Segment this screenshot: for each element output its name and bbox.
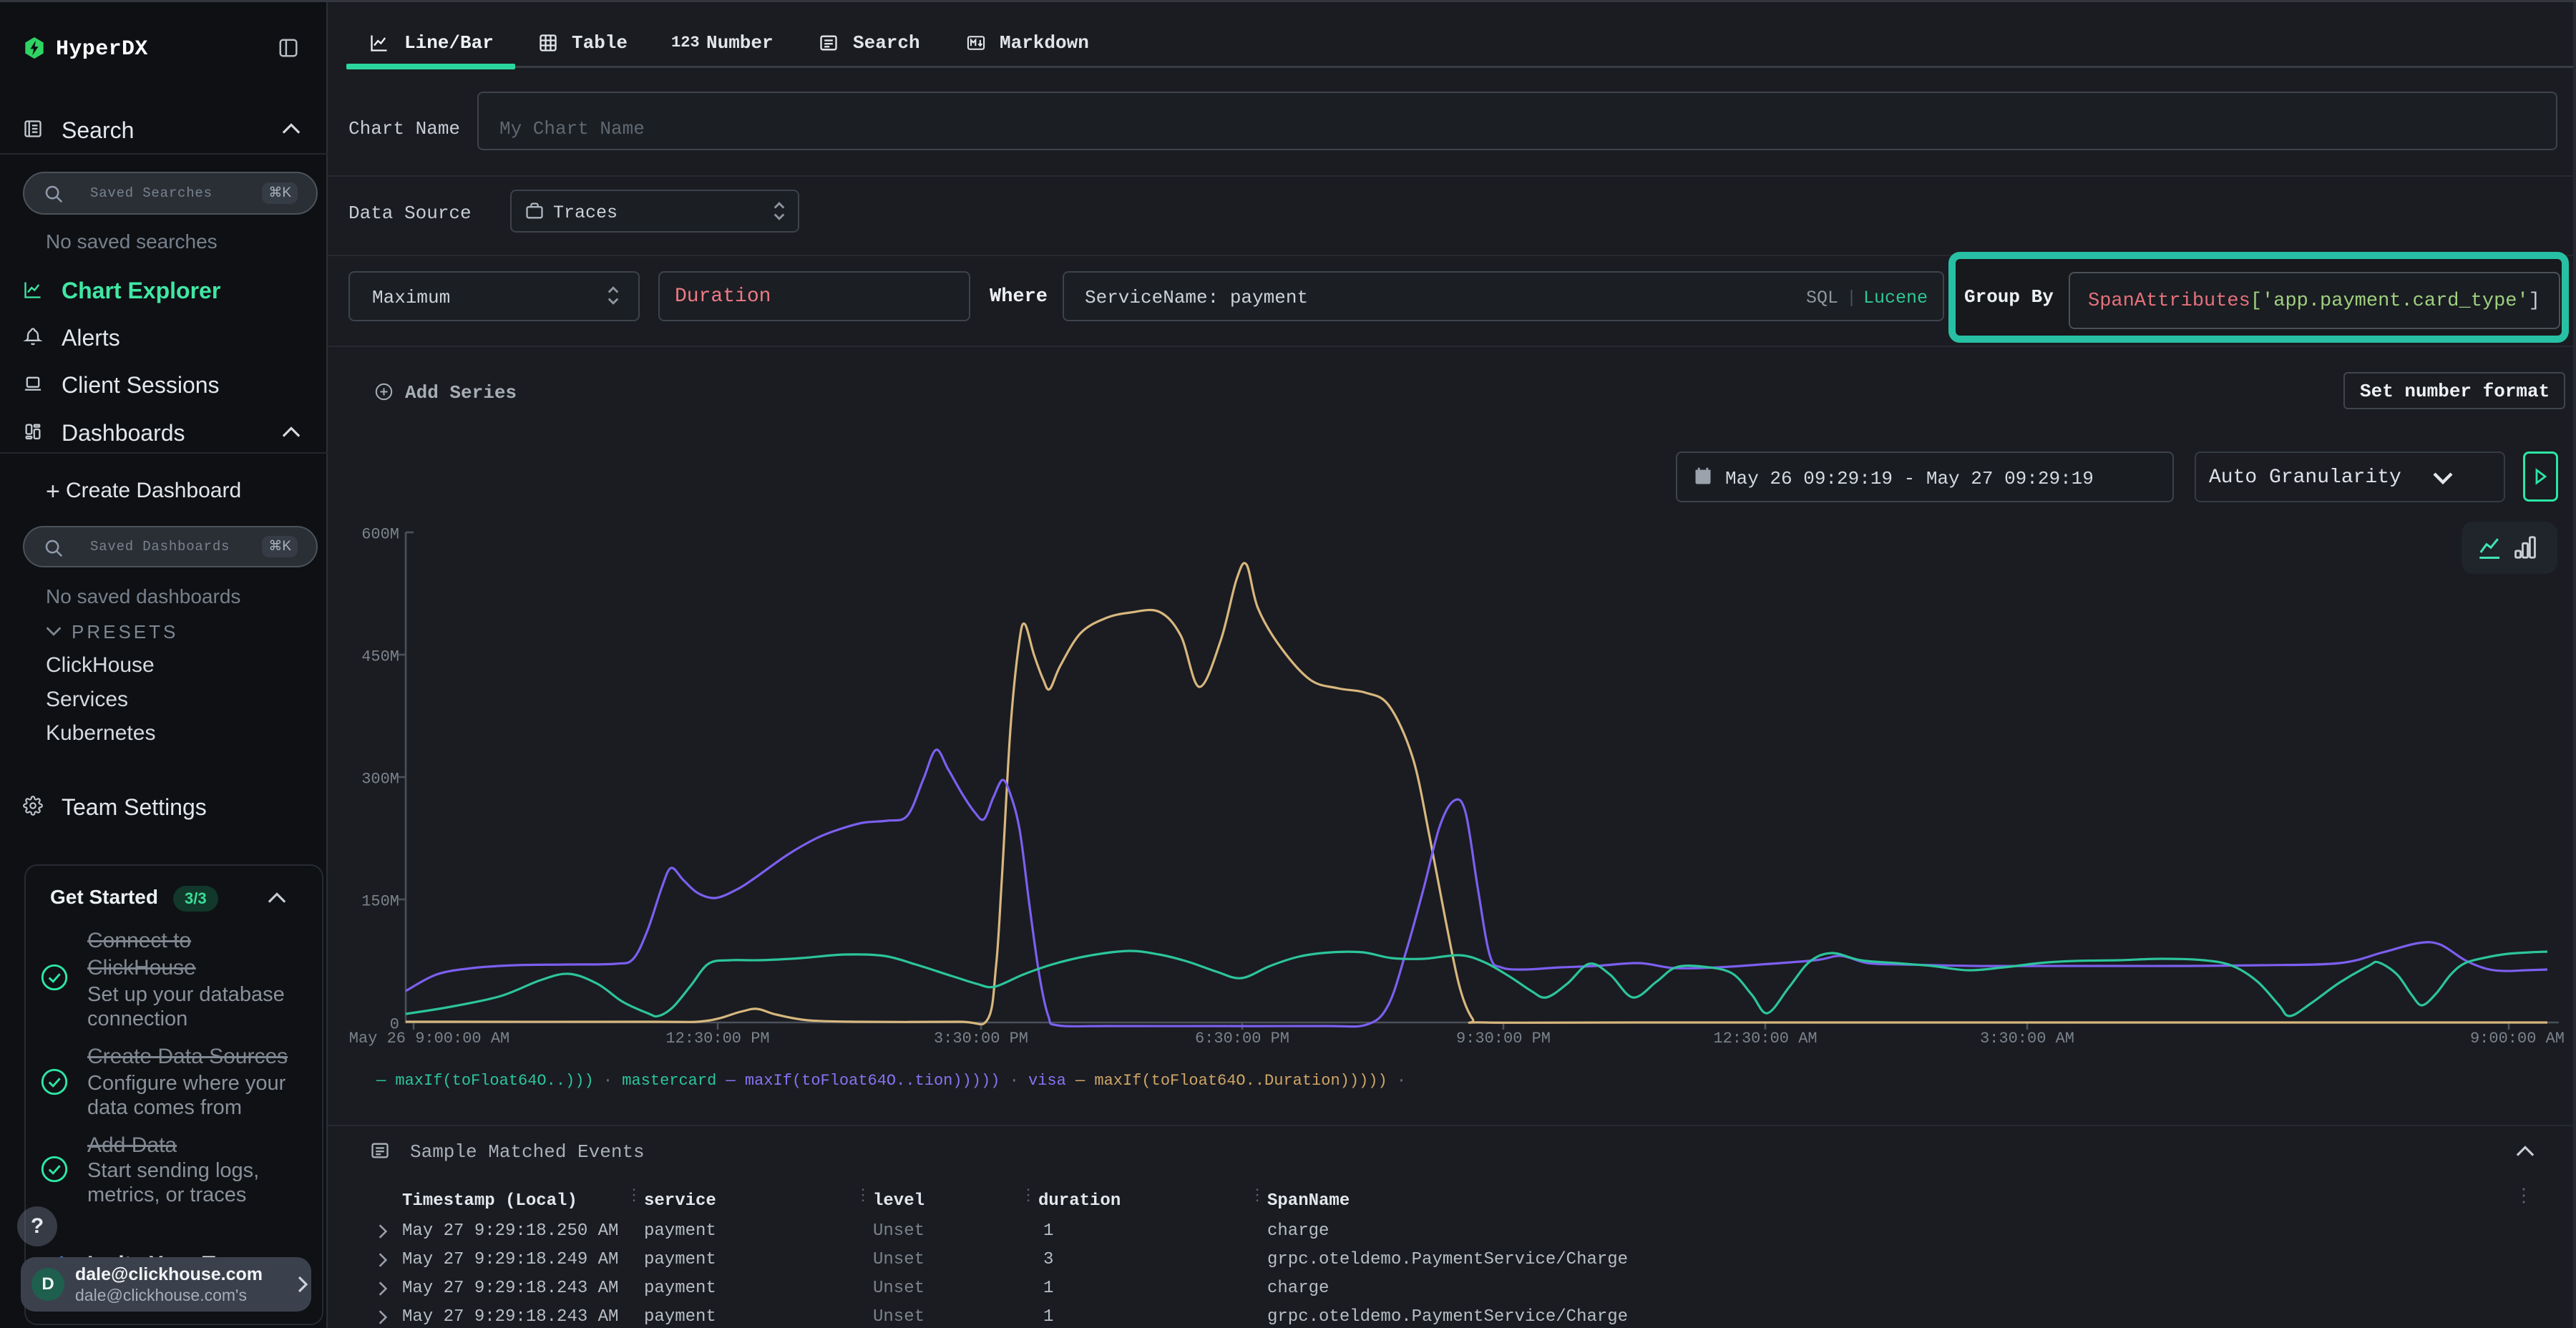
- svg-text:May 26 9:00:00 AM: May 26 9:00:00 AM: [349, 1030, 509, 1048]
- svg-text:150M: 150M: [361, 892, 399, 910]
- svg-text:300M: 300M: [361, 770, 399, 788]
- svg-text:12:30:00 PM: 12:30:00 PM: [665, 1030, 769, 1048]
- svg-text:450M: 450M: [361, 648, 399, 665]
- svg-text:12:30:00 AM: 12:30:00 AM: [1713, 1030, 1817, 1048]
- svg-text:9:00:00 AM: 9:00:00 AM: [2470, 1030, 2565, 1048]
- svg-text:3:30:00 PM: 3:30:00 PM: [934, 1030, 1028, 1048]
- svg-text:9:30:00 PM: 9:30:00 PM: [1456, 1030, 1551, 1048]
- svg-text:3:30:00 AM: 3:30:00 AM: [1980, 1030, 2074, 1048]
- svg-text:600M: 600M: [361, 525, 399, 543]
- svg-text:6:30:00 PM: 6:30:00 PM: [1195, 1030, 1289, 1048]
